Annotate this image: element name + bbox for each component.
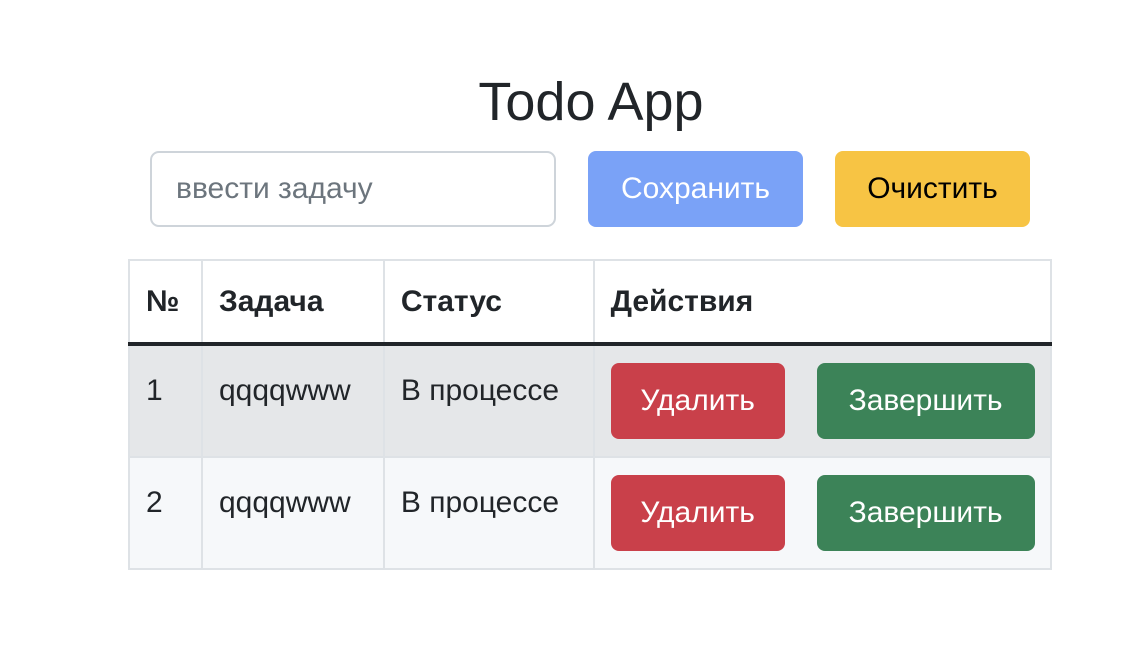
page-title: Todo App [478,72,704,132]
save-button[interactable]: Сохранить [588,151,803,227]
task-table: № Задача Статус Действия 1 qqqqwww В про… [128,259,1053,570]
task-actions: Удалить Завершить [592,456,1053,570]
complete-button[interactable]: Завершить [816,475,1035,551]
actions-group: Удалить Завершить [610,346,1035,456]
complete-button[interactable]: Завершить [816,363,1035,439]
column-header-actions: Действия [592,259,1053,346]
todo-app: Todo App Сохранить Очистить № Задача Ста… [0,0,1142,660]
task-status: В процессе [382,456,595,570]
column-header-task: Задача [200,259,385,346]
task-actions: Удалить Завершить [592,343,1053,458]
table-header-row: № Задача Статус Действия [128,259,1053,346]
task-name: qqqqwww [200,343,385,458]
column-header-status: Статус [382,259,595,346]
table-row: 2 qqqqwww В процессе Удалить Завершить [128,456,1053,570]
actions-group: Удалить Завершить [610,458,1035,568]
task-input[interactable] [150,151,556,227]
task-name: qqqqwww [200,456,385,570]
delete-button[interactable]: Удалить [610,475,785,551]
table-row: 1 qqqqwww В процессе Удалить Завершить [128,343,1053,458]
delete-button[interactable]: Удалить [610,363,785,439]
task-number: 2 [128,456,203,570]
clear-button[interactable]: Очистить [835,151,1030,227]
column-header-number: № [128,259,203,346]
task-status: В процессе [382,343,595,458]
task-number: 1 [128,343,203,458]
